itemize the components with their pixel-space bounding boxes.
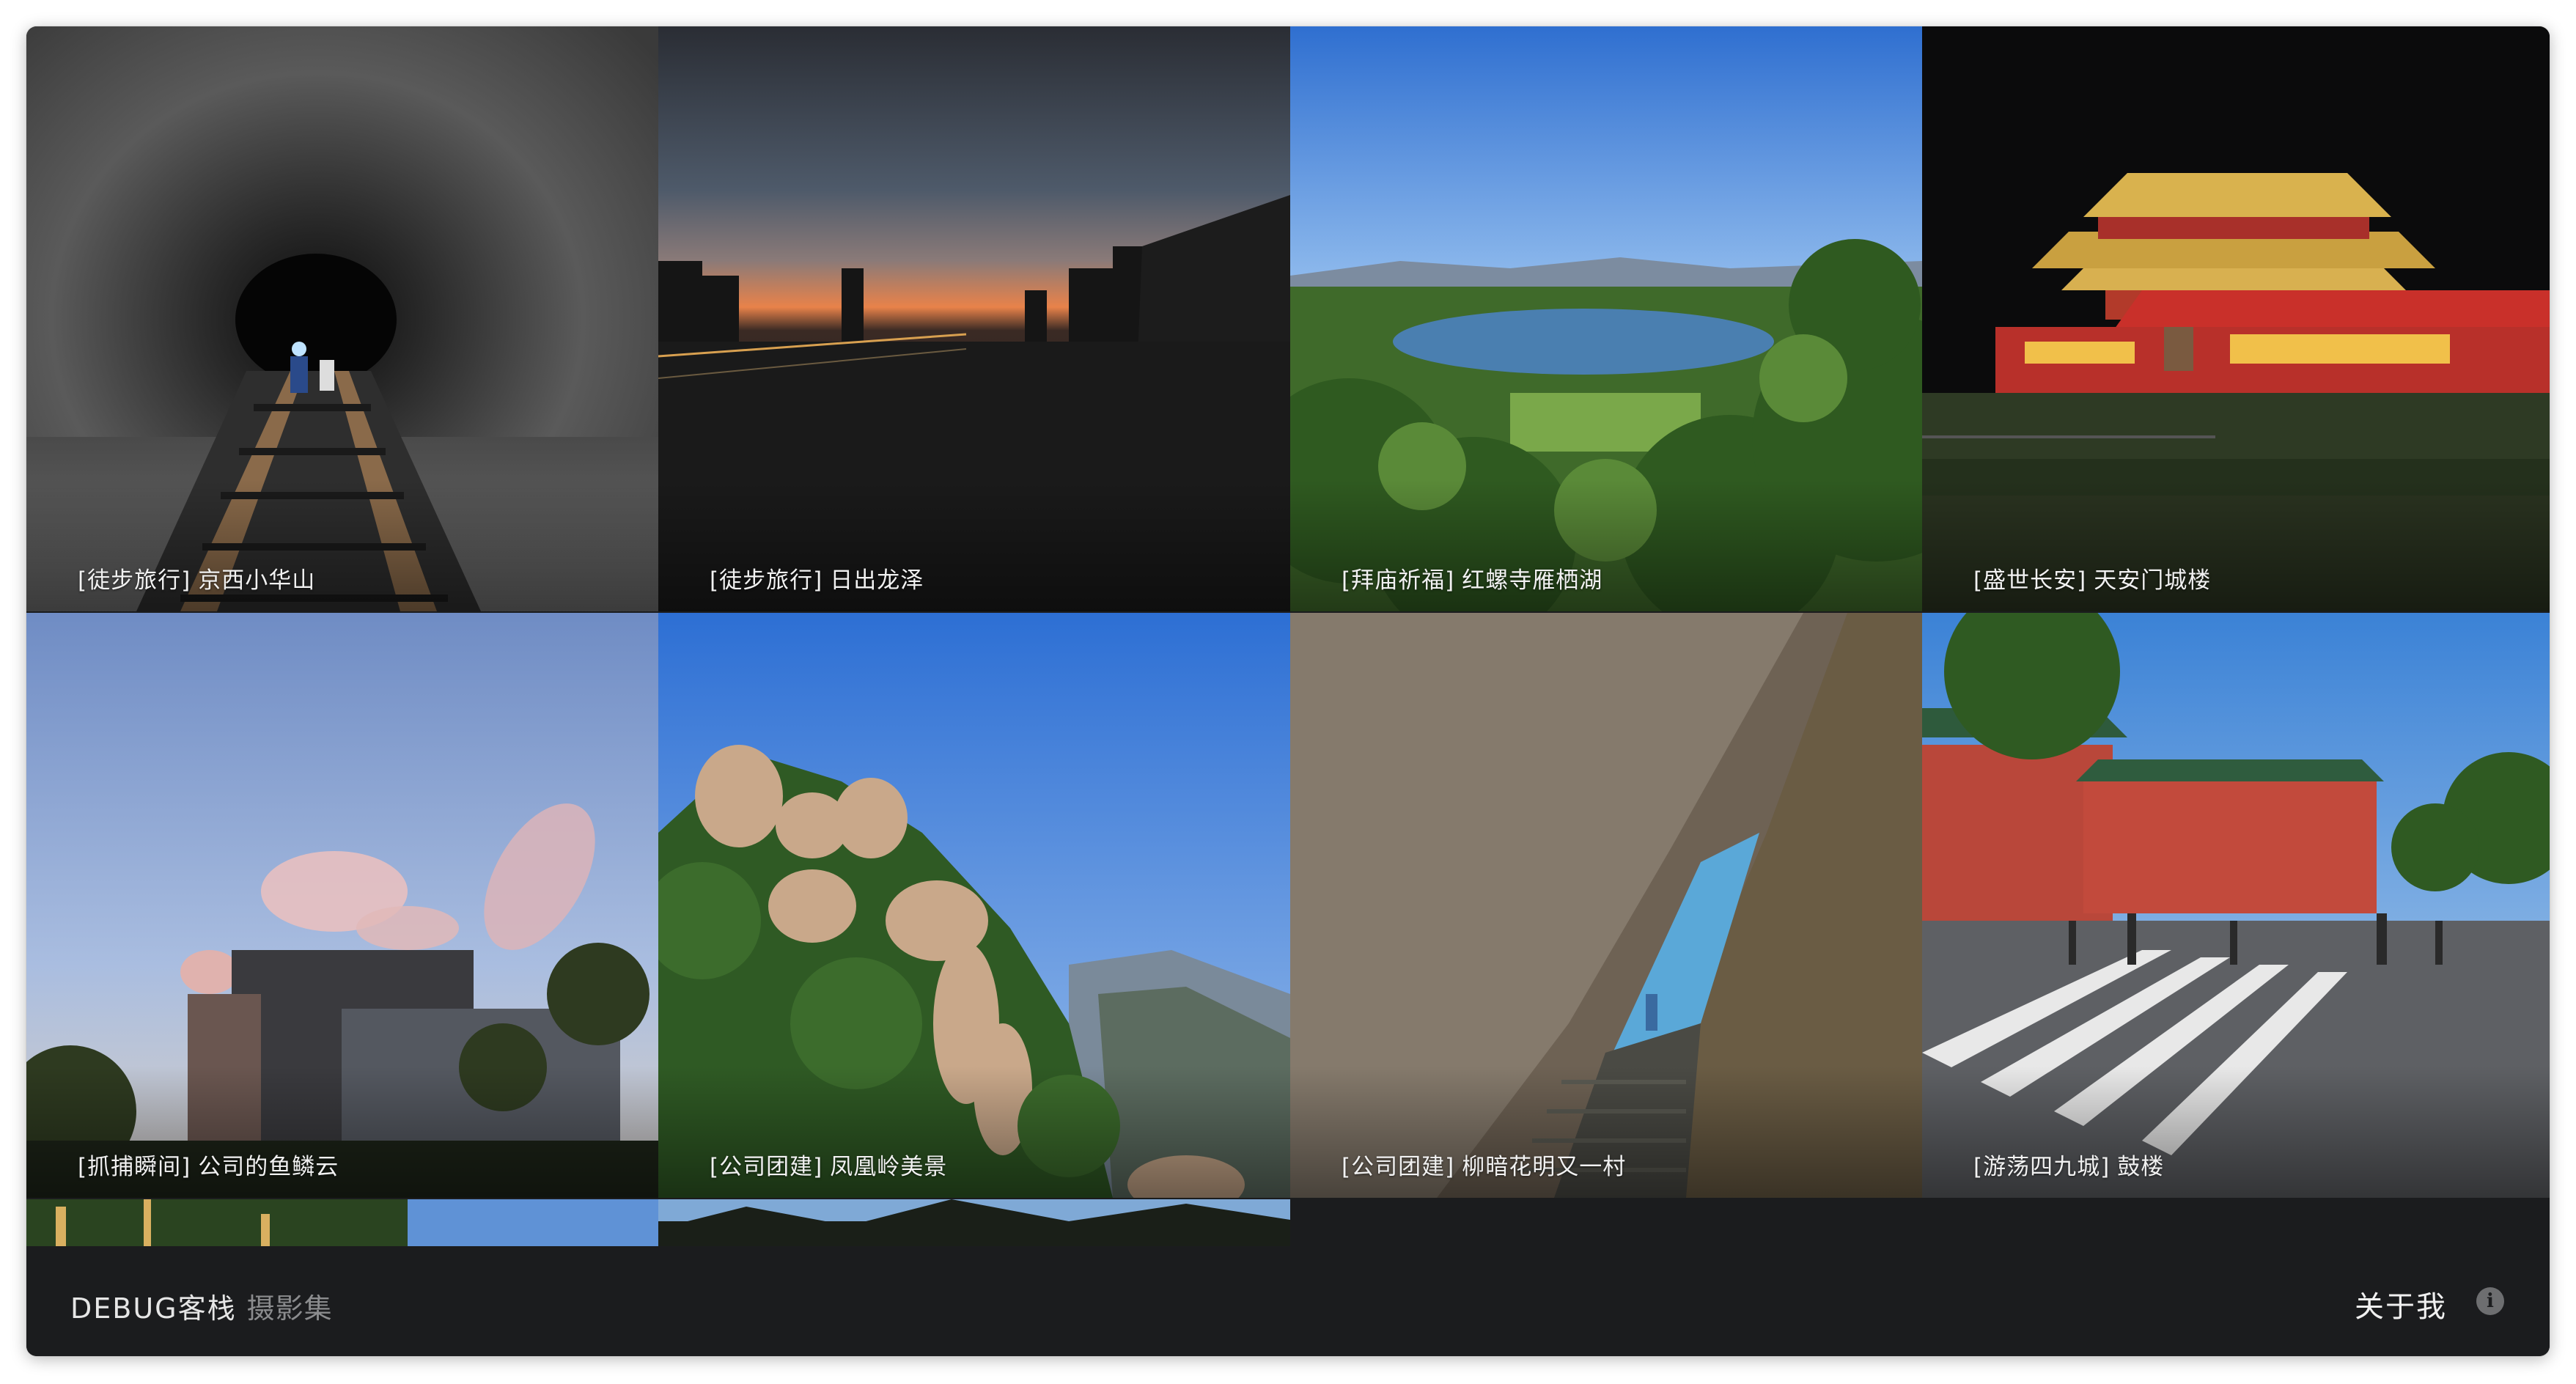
photo-partial-trees (26, 1199, 658, 1246)
photo-card-tiananmen[interactable]: [盛世长安] 天安门城楼 (1922, 26, 2550, 611)
photo-caption: [公司团建] 凤凰岭美景 (710, 1154, 948, 1180)
photo-card-drum-tower[interactable]: [游荡四九城] 鼓楼 (1922, 613, 2550, 1198)
photo-grid: [徒步旅行] 京西小华山 [徒步旅行] 日出龙泽 [拜庙祈福] 红螺寺雁栖湖 [… (26, 26, 2550, 1246)
photo-card-rock[interactable]: [公司团建] 柳暗花明又一村 (1290, 613, 1922, 1198)
brand-subtitle: 摄影集 (246, 1292, 333, 1325)
photo-caption: [徒步旅行] 京西小华山 (78, 567, 316, 594)
photo-caption: [拜庙祈福] 红螺寺雁栖湖 (1342, 567, 1603, 594)
brand-name: DEBUG客栈 (70, 1292, 237, 1325)
gallery-window: [徒步旅行] 京西小华山 [徒步旅行] 日出龙泽 [拜庙祈福] 红螺寺雁栖湖 [… (26, 26, 2550, 1356)
photo-caption: [公司团建] 柳暗花明又一村 (1342, 1154, 1627, 1180)
info-icon[interactable]: i (2476, 1287, 2504, 1315)
photo-partial-palms (658, 1199, 1290, 1246)
photo-card-mountain[interactable]: [公司团建] 凤凰岭美景 (658, 613, 1290, 1198)
footer-bar: DEBUG客栈 摄影集 关于我 i (26, 1246, 2550, 1356)
photo-card-cloud[interactable]: [抓捕瞬间] 公司的鱼鳞云 (26, 613, 658, 1198)
photo-caption: [徒步旅行] 日出龙泽 (710, 567, 924, 594)
site-brand[interactable]: DEBUG客栈 摄影集 (70, 1286, 333, 1326)
photo-caption: [抓捕瞬间] 公司的鱼鳞云 (78, 1154, 339, 1180)
photo-caption: [盛世长安] 天安门城楼 (1973, 567, 2212, 594)
about-link[interactable]: 关于我 (2355, 1283, 2447, 1325)
photo-card-lake[interactable]: [拜庙祈福] 红螺寺雁栖湖 (1290, 26, 1922, 611)
photo-card-partial-1[interactable] (26, 1199, 658, 1246)
photo-card-partial-2[interactable] (658, 1199, 1290, 1246)
photo-card-sunrise[interactable]: [徒步旅行] 日出龙泽 (658, 26, 1290, 611)
photo-card-tunnel[interactable]: [徒步旅行] 京西小华山 (26, 26, 658, 611)
photo-caption: [游荡四九城] 鼓楼 (1973, 1154, 2165, 1180)
